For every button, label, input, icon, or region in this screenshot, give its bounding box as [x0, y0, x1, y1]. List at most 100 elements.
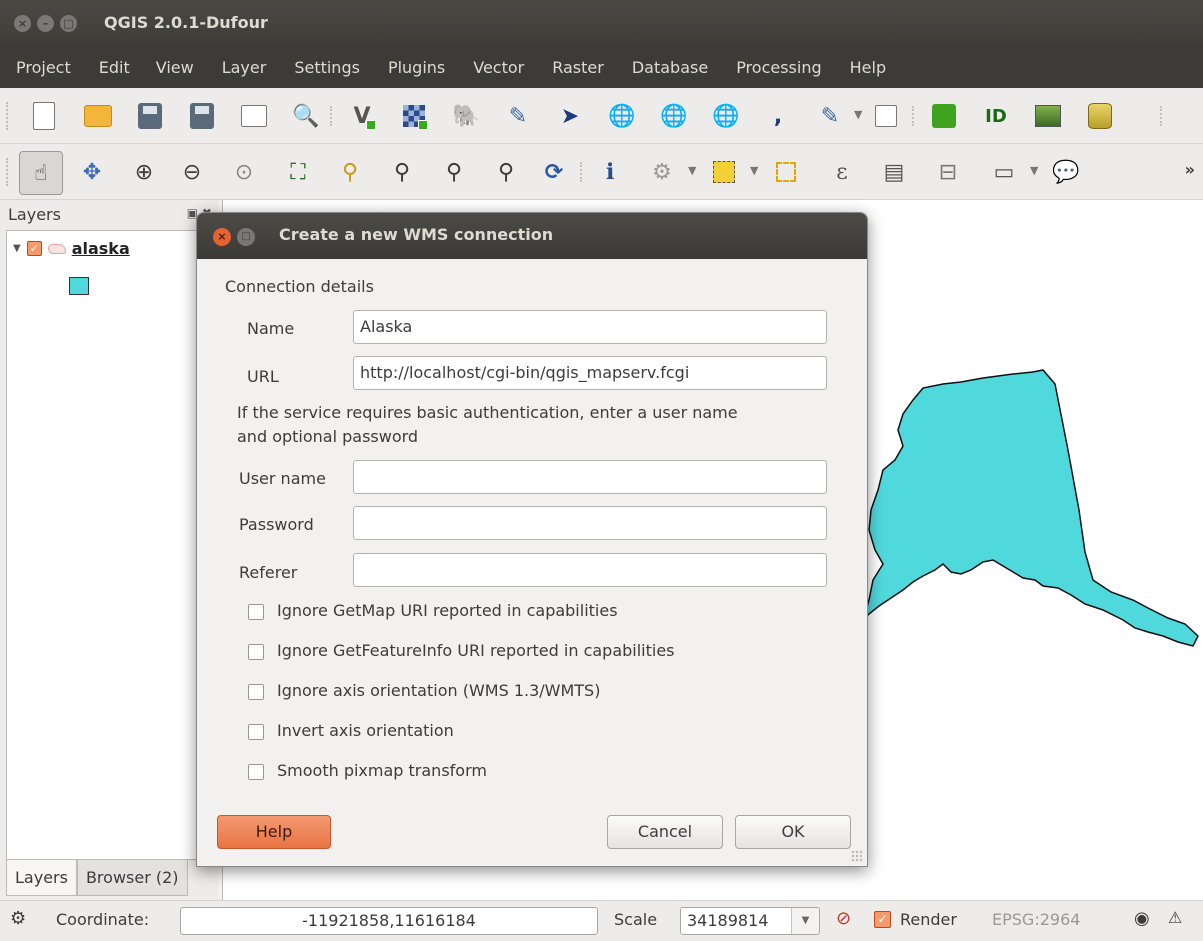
pan-icon[interactable]: ☝: [18, 150, 64, 196]
tab-browser[interactable]: Browser (2): [76, 860, 188, 896]
ignore-getmap-checkbox[interactable]: [248, 604, 264, 620]
refresh-icon[interactable]: ⟳: [538, 156, 570, 188]
add-postgis-layer-icon[interactable]: 🐘: [450, 100, 482, 132]
messages-warning-icon[interactable]: ⚠: [1168, 908, 1182, 927]
zoom-full-icon[interactable]: ⛶: [282, 156, 314, 188]
ignore-getfeatureinfo-checkbox[interactable]: [248, 644, 264, 660]
zoom-last-icon[interactable]: ⚲: [438, 156, 470, 188]
measure-dropdown[interactable]: ▼: [1030, 164, 1038, 177]
coordinate-field[interactable]: -11921858,11616184: [180, 907, 598, 935]
new-spatialite-icon[interactable]: [870, 100, 902, 132]
tab-layers[interactable]: Layers: [6, 860, 77, 896]
action-dropdown[interactable]: ▼: [688, 164, 696, 177]
layer-name[interactable]: alaska: [72, 239, 130, 258]
resize-grip[interactable]: [851, 850, 863, 862]
add-mssql-layer-icon[interactable]: ➤: [554, 100, 586, 132]
add-wcs-layer-icon[interactable]: 🌐: [658, 100, 690, 132]
menu-vector[interactable]: Vector: [473, 58, 524, 77]
add-wfs-layer-icon[interactable]: 🌐: [710, 100, 742, 132]
new-layer-dropdown[interactable]: ▼: [854, 108, 862, 121]
add-vector-layer-icon[interactable]: V: [346, 100, 378, 132]
dialog-close-button[interactable]: ×: [213, 228, 231, 246]
new-print-composer-icon[interactable]: [238, 100, 270, 132]
coordinate-toggle-icon[interactable]: ⚙: [10, 908, 26, 929]
add-spatialite-layer-icon[interactable]: ✎: [502, 100, 534, 132]
layer-item-alaska[interactable]: ▼ ✓ alaska: [13, 239, 130, 258]
save-as-icon[interactable]: [186, 100, 218, 132]
menu-raster[interactable]: Raster: [552, 58, 604, 77]
expand-arrow-icon[interactable]: ▼: [13, 243, 21, 254]
ignore-getfeatureinfo-label[interactable]: Ignore GetFeatureInfo URI reported in ca…: [277, 641, 675, 660]
layers-tree[interactable]: ▼ ✓ alaska: [6, 230, 218, 860]
toolbar-grip[interactable]: [6, 158, 10, 186]
render-checkbox[interactable]: ✓: [874, 911, 891, 928]
add-delimited-text-icon[interactable]: ,: [762, 100, 794, 132]
georeferencer-icon[interactable]: [1032, 100, 1064, 132]
toolbar-grip[interactable]: [6, 102, 10, 130]
scale-combobox[interactable]: 34189814 ▼: [680, 907, 820, 935]
ignore-axis-orientation-checkbox[interactable]: [248, 684, 264, 700]
ignore-axis-orientation-label[interactable]: Ignore axis orientation (WMS 1.3/WMTS): [277, 681, 600, 700]
select-by-expression-icon[interactable]: ε: [826, 156, 858, 188]
select-features-icon[interactable]: [708, 156, 740, 188]
attribute-table-icon[interactable]: ▤: [878, 156, 910, 188]
file-toolbar: 🔍 V 🐘 ✎ ➤ 🌐 🌐 🌐 , ✎ ▼ ID: [0, 88, 1203, 144]
scale-dropdown-arrow[interactable]: ▼: [791, 908, 819, 934]
window-close-button[interactable]: ×: [14, 15, 31, 32]
crs-globe-icon[interactable]: ◉: [1134, 908, 1150, 929]
measure-icon[interactable]: ▭: [988, 156, 1020, 188]
grass-icon[interactable]: [928, 100, 960, 132]
ok-button[interactable]: OK: [735, 815, 851, 849]
smooth-pixmap-checkbox[interactable]: [248, 764, 264, 780]
menu-edit[interactable]: Edit: [99, 58, 130, 77]
menu-view[interactable]: View: [156, 58, 194, 77]
url-field[interactable]: http://localhost/cgi-bin/qgis_mapserv.fc…: [353, 356, 827, 390]
open-project-icon[interactable]: [82, 100, 114, 132]
referer-field[interactable]: [353, 553, 827, 587]
dialog-minimize-button[interactable]: □: [237, 228, 255, 246]
select-dropdown[interactable]: ▼: [750, 164, 758, 177]
menu-project[interactable]: Project: [16, 58, 71, 77]
crs-label[interactable]: EPSG:2964: [992, 910, 1080, 929]
ignore-getmap-label[interactable]: Ignore GetMap URI reported in capabiliti…: [277, 601, 618, 620]
menu-settings[interactable]: Settings: [294, 58, 360, 77]
menu-plugins[interactable]: Plugins: [388, 58, 445, 77]
menu-database[interactable]: Database: [632, 58, 708, 77]
menu-processing[interactable]: Processing: [736, 58, 821, 77]
identify-icon[interactable]: ℹ: [594, 156, 626, 188]
composer-manager-icon[interactable]: 🔍: [290, 100, 322, 132]
smooth-pixmap-label[interactable]: Smooth pixmap transform: [277, 761, 487, 780]
username-field[interactable]: [353, 460, 827, 494]
help-button[interactable]: Help: [217, 815, 331, 849]
window-minimize-button[interactable]: –: [37, 15, 54, 32]
layer-visibility-checkbox[interactable]: ✓: [26, 241, 42, 256]
deselect-icon[interactable]: [770, 156, 802, 188]
save-project-icon[interactable]: [134, 100, 166, 132]
pan-to-selection-icon[interactable]: ✥: [76, 156, 108, 188]
toolbar-overflow-button[interactable]: »: [1185, 160, 1195, 179]
new-project-icon[interactable]: [28, 100, 60, 132]
name-field[interactable]: Alaska: [353, 310, 827, 344]
password-field[interactable]: [353, 506, 827, 540]
run-feature-action-icon[interactable]: ⚙: [646, 156, 678, 188]
map-tips-icon[interactable]: 💬: [1050, 156, 1082, 188]
add-raster-layer-icon[interactable]: [398, 100, 430, 132]
new-shapefile-icon[interactable]: ✎: [814, 100, 846, 132]
stop-render-icon[interactable]: ⊘: [836, 908, 851, 929]
window-maximize-button[interactable]: □: [60, 15, 77, 32]
cancel-button[interactable]: Cancel: [607, 815, 723, 849]
zoom-native-icon[interactable]: ⊙: [228, 156, 260, 188]
invert-axis-orientation-checkbox[interactable]: [248, 724, 264, 740]
db-manager-icon[interactable]: [1084, 100, 1116, 132]
menu-layer[interactable]: Layer: [222, 58, 267, 77]
add-wms-layer-icon[interactable]: 🌐: [606, 100, 638, 132]
zoom-next-icon[interactable]: ⚲: [490, 156, 522, 188]
menu-help[interactable]: Help: [850, 58, 886, 77]
field-calculator-icon[interactable]: ⊟: [932, 156, 964, 188]
invert-axis-orientation-label[interactable]: Invert axis orientation: [277, 721, 454, 740]
zoom-to-selection-icon[interactable]: ⚲: [334, 156, 366, 188]
zoom-in-icon[interactable]: ⊕: [128, 156, 160, 188]
zoom-out-icon[interactable]: ⊖: [176, 156, 208, 188]
openstreetmap-icon[interactable]: ID: [980, 100, 1012, 132]
zoom-to-layer-icon[interactable]: ⚲: [386, 156, 418, 188]
